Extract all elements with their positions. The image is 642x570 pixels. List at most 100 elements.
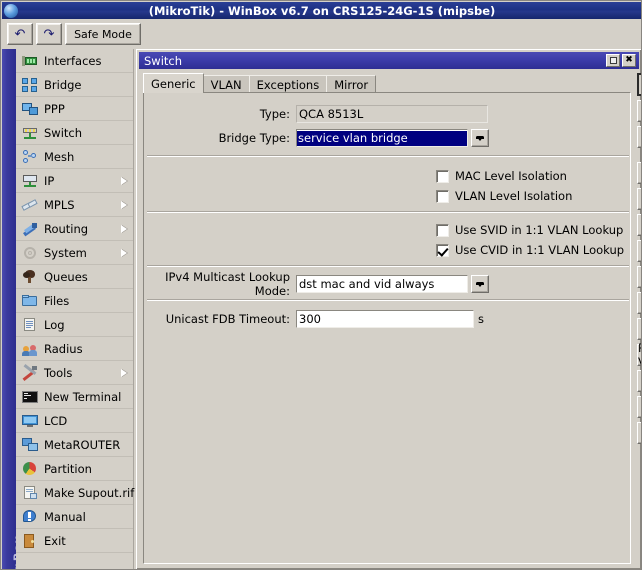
sidebar-item-lcd[interactable]: LCD — [16, 409, 133, 433]
sidebar-item-bridge[interactable]: Bridge — [16, 73, 133, 97]
log-icon — [22, 317, 38, 333]
multicast-lookup-chevron-down-icon[interactable] — [471, 275, 489, 293]
vlan-level-isolation-label: VLAN Level Isolation — [455, 189, 573, 203]
sidebar-item-label: Exit — [44, 533, 66, 548]
vlan-level-isolation-checkbox[interactable] — [436, 189, 449, 203]
unicast-fdb-button[interactable]: Unicast FDB — [637, 370, 641, 392]
submenu-arrow-icon — [121, 248, 127, 257]
checkbox-row-vlan-level-isolation[interactable]: VLAN Level Isolation — [436, 187, 572, 205]
checkbox-row-use-cvid[interactable]: Use CVID in 1:1 VLAN Lookup — [436, 241, 624, 259]
interfaces-icon — [22, 53, 38, 69]
in-vlan-tran-button[interactable]: In. VLAN Tran. — [637, 240, 641, 262]
submenu-arrow-icon — [121, 200, 127, 209]
tab-vlan[interactable]: VLAN — [202, 75, 250, 93]
ports-button[interactable]: Ports — [637, 162, 641, 184]
tab-exceptions[interactable]: Exceptions — [248, 75, 328, 93]
winbox-application-window: (MikroTik) - WinBox v6.7 on CRS125-24G-1… — [0, 0, 642, 570]
separator-2 — [147, 211, 629, 213]
files-folder-icon — [22, 293, 38, 309]
field-row-multicast-lookup: IPv4 Multicast Lookup Mode: dst mac and … — [144, 270, 632, 298]
type-label: Type: — [259, 107, 290, 121]
routing-icon — [22, 221, 38, 237]
sidebar-accent-strip: WinBox — [2, 49, 16, 569]
sidebar-item-new-terminal[interactable]: New Terminal — [16, 385, 133, 409]
cancel-button[interactable]: Cancel — [637, 100, 641, 122]
manual-help-icon — [22, 509, 38, 525]
maximize-icon[interactable] — [606, 54, 620, 67]
separator-1 — [147, 155, 629, 157]
sidebar-item-label: Routing — [44, 221, 89, 236]
separator-3 — [147, 265, 629, 267]
sidebar-item-exit[interactable]: Exit — [16, 529, 133, 553]
checkbox-row-use-svid[interactable]: Use SVID in 1:1 VLAN Lookup — [436, 221, 623, 239]
supout-file-icon — [22, 485, 38, 501]
redo-arrow-icon: ↷ — [43, 26, 55, 42]
sidebar-item-partition[interactable]: Partition — [16, 457, 133, 481]
vlan-tagging-button[interactable]: VLAN Tagging — [637, 214, 641, 236]
tab-label: VLAN — [210, 77, 242, 92]
multicast-lookup-combobox[interactable]: dst mac and vid always — [296, 275, 468, 293]
sidebar-item-queues[interactable]: Queues — [16, 265, 133, 289]
multicast-fdb-button[interactable]: Multicast FDB — [637, 396, 641, 418]
sidebar-item-label: Switch — [44, 125, 83, 140]
dialog-title: Switch — [144, 53, 183, 68]
ok-button[interactable]: OK — [637, 73, 641, 96]
sidebar-item-mesh[interactable]: Mesh — [16, 145, 133, 169]
sidebar-item-metarouter[interactable]: MetaROUTER — [16, 433, 133, 457]
use-cvid-checkbox[interactable] — [436, 243, 449, 257]
tab-generic[interactable]: Generic — [143, 73, 204, 93]
tab-mirror[interactable]: Mirror — [326, 75, 377, 93]
reserved-fdb-button[interactable]: Reserved FDB — [637, 422, 641, 444]
sidebar-item-manual[interactable]: Manual — [16, 505, 133, 529]
bridge-type-value: service vlan bridge — [297, 130, 467, 146]
lcd-icon — [22, 413, 38, 429]
sidebar-item-files[interactable]: Files — [16, 289, 133, 313]
sidebar-item-radius[interactable]: Radius — [16, 337, 133, 361]
sidebar-item-label: Bridge — [44, 77, 82, 92]
sidebar-item-label: Manual — [44, 509, 86, 524]
sidebar-item-tools[interactable]: Tools — [16, 361, 133, 385]
vlan-button[interactable]: VLAN — [637, 188, 641, 210]
sidebar-item-switch[interactable]: Switch — [16, 121, 133, 145]
main-window-title: (MikroTik) - WinBox v6.7 on CRS125-24G-1… — [148, 3, 496, 18]
protocol-based-vlan-button[interactable]: Protocol Based VLAN — [637, 341, 641, 369]
undo-button[interactable]: ↶ — [7, 23, 33, 45]
sidebar-item-label: IP — [44, 173, 55, 188]
sidebar-item-label: Files — [44, 293, 70, 308]
eg-vlan-tran-button[interactable]: Eg. VLAN Tran. — [637, 266, 641, 288]
mac-based-vlan-button[interactable]: MAC Based VLAN — [637, 318, 641, 340]
sidebar-item-ip[interactable]: IP — [16, 169, 133, 193]
bridge-icon — [22, 77, 38, 93]
close-icon[interactable]: ✖ — [622, 54, 636, 67]
sidebar-item-interfaces[interactable]: Interfaces — [16, 49, 133, 73]
safe-mode-button[interactable]: Safe Mode — [65, 23, 141, 45]
tools-icon — [22, 363, 38, 381]
apply-button[interactable]: Apply — [637, 126, 641, 148]
bridge-type-chevron-down-icon[interactable] — [471, 129, 489, 147]
sidebar-item-ppp[interactable]: PPP — [16, 97, 133, 121]
fdb-timeout-unit: s — [478, 312, 484, 326]
sidebar-item-label: Tools — [44, 365, 73, 380]
system-gear-icon — [22, 245, 38, 261]
use-svid-checkbox[interactable] — [436, 223, 449, 237]
bridge-type-combobox[interactable]: service vlan bridge — [296, 129, 468, 147]
sidebar-item-system[interactable]: System — [16, 241, 133, 265]
radius-users-icon — [22, 341, 38, 357]
undo-arrow-icon: ↶ — [14, 26, 26, 42]
mac-level-isolation-checkbox[interactable] — [436, 169, 449, 183]
sidebar-item-make-supout-rif[interactable]: Make Supout.rif — [16, 481, 134, 505]
exit-door-icon — [22, 533, 38, 549]
sidebar-item-label: System — [44, 245, 87, 260]
field-row-type: Type: QCA 8513L — [144, 103, 632, 125]
mac-level-isolation-label: MAC Level Isolation — [455, 169, 567, 183]
redo-button[interactable]: ↷ — [36, 23, 62, 45]
main-title-bar: (MikroTik) - WinBox v6.7 on CRS125-24G-1… — [2, 2, 641, 19]
fdb-timeout-input[interactable]: 300 — [296, 310, 474, 328]
mpls-icon — [21, 197, 38, 213]
1-1-vlan-switching-button[interactable]: 1:1 VLAN Switching — [637, 292, 641, 314]
sidebar-item-routing[interactable]: Routing — [16, 217, 133, 241]
checkbox-row-mac-level-isolation[interactable]: MAC Level Isolation — [436, 167, 567, 185]
sidebar-item-log[interactable]: Log — [16, 313, 133, 337]
safe-mode-label: Safe Mode — [74, 27, 132, 41]
sidebar-item-mpls[interactable]: MPLS — [16, 193, 133, 217]
